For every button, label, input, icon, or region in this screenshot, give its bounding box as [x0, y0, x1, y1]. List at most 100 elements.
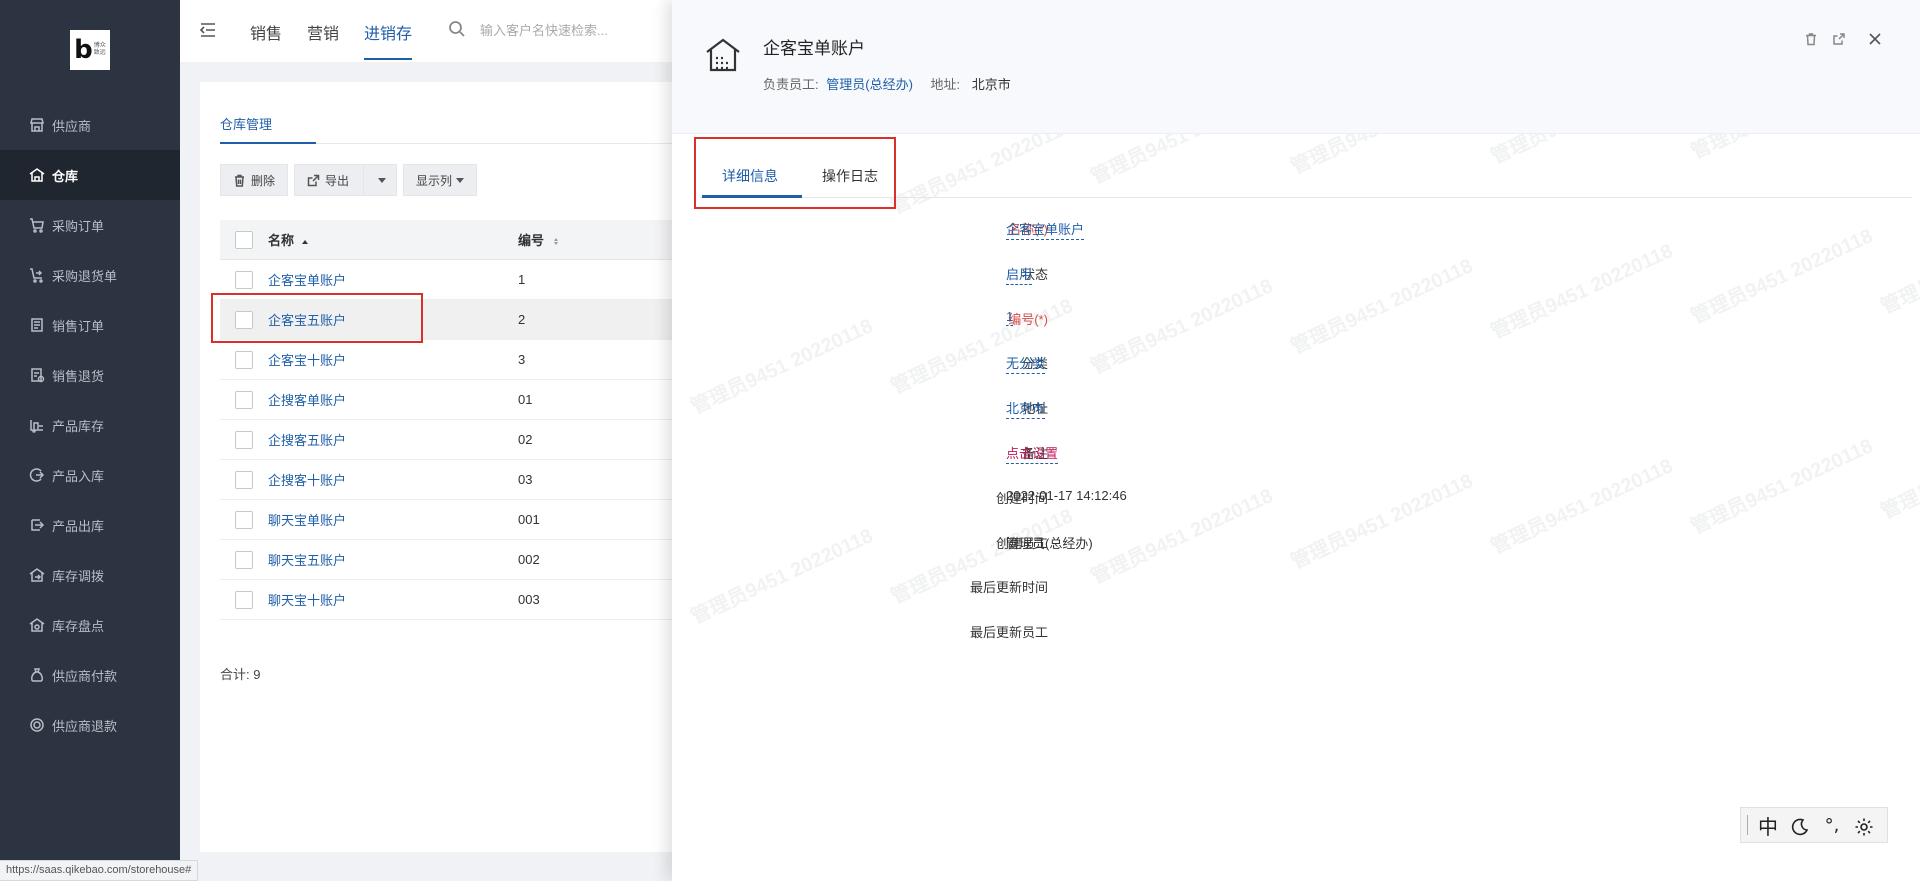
row-checkbox[interactable] — [235, 310, 253, 329]
delete-button[interactable]: 删除 — [220, 164, 289, 196]
warehouse-name-link[interactable]: 企搜客单账户 — [268, 393, 346, 408]
row-checkbox[interactable] — [235, 510, 253, 529]
nav-link-inventory[interactable]: 进销存 — [364, 20, 412, 44]
chevron-down-icon — [378, 177, 387, 183]
export-button[interactable]: 导出 — [294, 164, 365, 196]
sidebar-item-sales-order[interactable]: 销售订单 — [0, 300, 180, 350]
gear-icon[interactable] — [1852, 813, 1876, 837]
field-value[interactable]: 北京市 — [1006, 398, 1046, 420]
sidebar-item-product-inbound[interactable]: 产品入库 — [0, 450, 180, 500]
row-checkbox[interactable] — [235, 270, 253, 289]
sidebar-item-supplier[interactable]: 供应商 — [0, 100, 180, 150]
inventory-check-icon — [28, 616, 46, 634]
search-icon[interactable] — [448, 20, 466, 38]
detail-field: 备注 点击设置 — [672, 439, 1472, 464]
table-row[interactable]: 企搜客十账户 03 — [220, 460, 700, 500]
sidebar-item-label: 供应商付款 — [52, 668, 118, 684]
sidebar-item-warehouse[interactable]: 仓库 — [0, 150, 180, 200]
inbound-icon — [28, 466, 46, 484]
sidebar-item-supplier-payment[interactable]: 供应商付款 — [0, 650, 180, 700]
sidebar-item-label: 产品入库 — [52, 468, 105, 484]
warehouse-name-link[interactable]: 聊天宝五账户 — [268, 553, 346, 568]
field-value[interactable]: 企客宝单账户 — [1006, 219, 1085, 240]
warehouse-name-link[interactable]: 企客宝五账户 — [268, 313, 346, 328]
row-checkbox[interactable] — [235, 350, 253, 369]
warehouse-name-link[interactable]: 企搜客五账户 — [268, 433, 346, 448]
moon-icon[interactable] — [1788, 813, 1812, 837]
order-list-icon — [28, 316, 46, 334]
tab-warehouse-management[interactable]: 仓库管理 — [220, 114, 272, 133]
sidebar-item-purchase-return[interactable]: 采购退货单 — [0, 250, 180, 300]
sidebar-item-label: 库存盘点 — [52, 618, 105, 634]
field-value[interactable]: 启用 — [1006, 264, 1033, 285]
table-row[interactable]: 企客宝十账户 3 — [220, 340, 700, 380]
row-checkbox[interactable] — [235, 470, 253, 489]
logo-line-2: 致远 — [93, 50, 106, 56]
logo-mark: b — [74, 35, 93, 65]
field-label: 最后更新时间 — [969, 580, 1048, 596]
nav-link-sales[interactable]: 销售 — [250, 20, 282, 44]
row-checkbox[interactable] — [235, 390, 253, 409]
watermark-text: 管理员9451 20220118 — [1487, 454, 1677, 559]
language-toggle[interactable]: 中 — [1756, 811, 1780, 840]
sidebar-item-sales-return[interactable]: 销售退货 — [0, 350, 180, 400]
sidebar-item-purchase-order[interactable]: 采购订单 — [0, 200, 180, 250]
table-row[interactable]: 企搜客单账户 01 — [220, 380, 700, 420]
drawer-tabs: 详细信息 操作日志 — [700, 150, 1912, 198]
row-checkbox[interactable] — [235, 550, 253, 569]
row-checkbox[interactable] — [235, 590, 253, 609]
sidebar-item-stock-transfer[interactable]: 库存调拨 — [0, 550, 180, 600]
field-value[interactable]: 无分类 — [1006, 353, 1046, 375]
menu-collapse-icon[interactable] — [198, 20, 218, 40]
open-new-window-icon[interactable] — [1832, 32, 1850, 50]
punctuation-toggle[interactable]: °, — [1820, 815, 1844, 836]
export-dropdown-toggle[interactable] — [364, 164, 398, 196]
nav-link-marketing[interactable]: 营销 — [307, 20, 339, 44]
field-label: 编号(*) — [1008, 311, 1048, 327]
trash-icon[interactable] — [1804, 32, 1822, 50]
show-columns-button[interactable]: 显示列 — [403, 164, 478, 196]
table-row[interactable]: 企客宝五账户 2 — [220, 300, 700, 340]
row-checkbox[interactable] — [235, 430, 253, 449]
column-header-name[interactable]: 名称 — [268, 230, 518, 249]
owner-value[interactable]: 管理员(总经办) — [826, 77, 913, 92]
select-all-checkbox[interactable] — [235, 230, 253, 249]
company-logo[interactable]: b 博众 致远 — [70, 30, 110, 70]
field-value[interactable]: 1 — [1006, 309, 1014, 326]
sidebar: b 博众 致远 供应商 仓库 采购订单 采购退货单 销售订单 销售退货 产品库存… — [0, 0, 180, 881]
close-icon[interactable] — [1868, 32, 1886, 50]
sidebar-item-label: 产品库存 — [52, 418, 105, 434]
detail-field: 最后更新时间 — [672, 573, 1472, 597]
sidebar-item-label: 供应商退款 — [52, 718, 118, 734]
sidebar-item-inventory-check[interactable]: 库存盘点 — [0, 600, 180, 650]
table-row[interactable]: 聊天宝十账户 003 — [220, 580, 700, 620]
tab-details[interactable]: 详细信息 — [722, 166, 778, 186]
transfer-icon — [28, 566, 46, 584]
nav-active-indicator — [364, 58, 412, 60]
warehouse-name-link[interactable]: 企搜客十账户 — [268, 473, 346, 488]
sidebar-item-supplier-refund[interactable]: 供应商退款 — [0, 700, 180, 750]
table-row[interactable]: 企客宝单账户 1 — [220, 260, 700, 300]
warehouse-name-link[interactable]: 聊天宝十账户 — [268, 593, 346, 608]
forklift-icon — [28, 416, 46, 434]
sidebar-item-label: 销售订单 — [52, 318, 105, 334]
address-value: 北京市 — [971, 77, 1011, 92]
sidebar-item-product-outbound[interactable]: 产品出库 — [0, 500, 180, 550]
sidebar-item-product-stock[interactable]: 产品库存 — [0, 400, 180, 450]
refund-icon — [28, 716, 46, 734]
tab-operation-log[interactable]: 操作日志 — [822, 166, 878, 186]
warehouse-name-link[interactable]: 聊天宝单账户 — [268, 513, 346, 528]
customer-search-input[interactable] — [480, 19, 700, 41]
field-label: 最后更新员工 — [969, 625, 1048, 641]
warehouse-name-link[interactable]: 企客宝十账户 — [268, 353, 346, 368]
field-value[interactable]: 点击设置 — [1006, 443, 1059, 464]
table-row[interactable]: 聊天宝五账户 002 — [220, 540, 700, 580]
field-value: 2022-01-17 14:12:46 — [1006, 487, 1127, 503]
table-row[interactable]: 聊天宝单账户 001 — [220, 500, 700, 540]
table-row[interactable]: 企搜客五账户 02 — [220, 420, 700, 460]
detail-field: 地址 北京市 — [672, 394, 1472, 420]
warehouse-name-link[interactable]: 企客宝单账户 — [268, 273, 346, 288]
tab-active-indicator — [702, 195, 802, 198]
money-bag-icon — [28, 666, 46, 684]
sidebar-item-label: 采购退货单 — [52, 268, 118, 284]
